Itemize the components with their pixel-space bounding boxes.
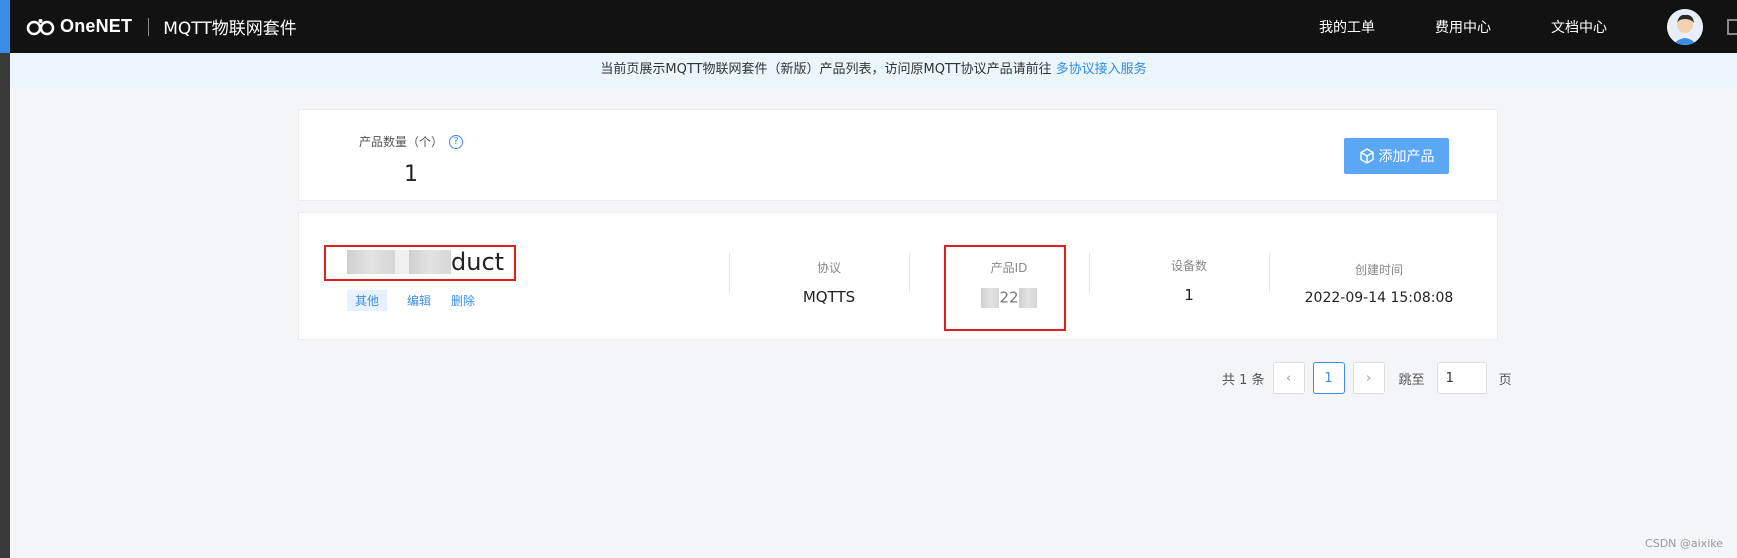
protocol-value: MQTTS [802, 288, 856, 306]
suite-title: MQTT物联网套件 [163, 19, 297, 39]
header-divider [148, 17, 150, 36]
product-count-label: 产品数量（个） [359, 135, 444, 149]
protocol-label: 协议 [816, 261, 841, 275]
column-divider [729, 253, 730, 293]
column-divider [1269, 253, 1270, 293]
watermark: CSDN @aixike [1645, 537, 1723, 550]
prev-page-button[interactable]: ‹ [1272, 362, 1305, 394]
product-summary-card: 产品数量（个） ? 1 添加产品 [298, 109, 1498, 201]
delete-link[interactable]: 删除 [451, 292, 475, 309]
product-count-label-row: 产品数量（个） ? [359, 133, 464, 150]
logo-text: OneNET [60, 16, 133, 36]
jump-page-input[interactable] [1436, 362, 1487, 394]
onenet-logo[interactable]: OneNET [26, 16, 132, 37]
device-count-column: 设备数 1 [1119, 213, 1259, 341]
add-product-label: 添加产品 [1378, 149, 1435, 165]
multi-protocol-link[interactable]: 多协议接入服务 [1056, 62, 1147, 77]
highlight-box-name [324, 245, 516, 281]
jump-label: 跳至 [1398, 372, 1425, 388]
page-1-button[interactable]: 1 [1312, 362, 1345, 394]
column-divider [909, 253, 910, 293]
notice-text: 当前页展示MQTT物联网套件（新版）产品列表，访问原MQTT协议产品请前往 [600, 62, 1052, 77]
highlight-box-id [944, 245, 1066, 331]
help-icon[interactable]: ? [449, 134, 464, 149]
onenet-logo-icon [26, 18, 55, 35]
page-suffix: 页 [1498, 372, 1512, 388]
left-accent-bar [0, 0, 10, 53]
add-product-button[interactable]: 添加产品 [1344, 138, 1449, 174]
product-actions: 其他 编辑 删除 [347, 290, 495, 311]
panel-edge-icon[interactable] [1727, 18, 1737, 35]
left-edge-strip [0, 0, 10, 558]
next-page-button[interactable]: › [1352, 362, 1385, 394]
chevron-right-icon: › [1365, 370, 1372, 386]
pagination: 共 1 条 ‹ 1 › 跳至 页 [1222, 362, 1512, 394]
avatar-icon [1667, 8, 1703, 45]
created-time-label: 创建时间 [1354, 263, 1403, 277]
pagination-total: 共 1 条 [1222, 372, 1265, 388]
user-avatar[interactable] [1667, 8, 1703, 45]
edit-link[interactable]: 编辑 [407, 292, 431, 309]
header-nav: 我的工单 费用中心 文档中心 [1319, 0, 1737, 53]
device-count-label: 设备数 [1170, 259, 1207, 273]
protocol-column: 协议 MQTTS [759, 213, 899, 341]
product-count-value: 1 [404, 162, 418, 187]
column-divider [1089, 253, 1090, 293]
chevron-left-icon: ‹ [1285, 370, 1292, 386]
category-tag: 其他 [347, 290, 388, 311]
top-navbar: OneNET MQTT物联网套件 我的工单 费用中心 文档中心 [10, 0, 1737, 53]
device-count-value: 1 [1184, 286, 1194, 304]
cube-icon [1359, 148, 1374, 164]
nav-docs-center[interactable]: 文档中心 [1551, 17, 1607, 37]
notice-banner: 当前页展示MQTT物联网套件（新版）产品列表，访问原MQTT协议产品请前往 多协议… [10, 53, 1737, 87]
nav-billing-center[interactable]: 费用中心 [1435, 17, 1491, 37]
created-time-value: 2022-09-14 15:08:08 [1304, 290, 1454, 306]
nav-my-tickets[interactable]: 我的工单 [1319, 17, 1375, 37]
product-card: duct 其他 编辑 删除 协议 MQTTS 产品ID 22 设备数 1 创建时… [298, 212, 1498, 340]
created-time-column: 创建时间 2022-09-14 15:08:08 [1279, 213, 1479, 341]
